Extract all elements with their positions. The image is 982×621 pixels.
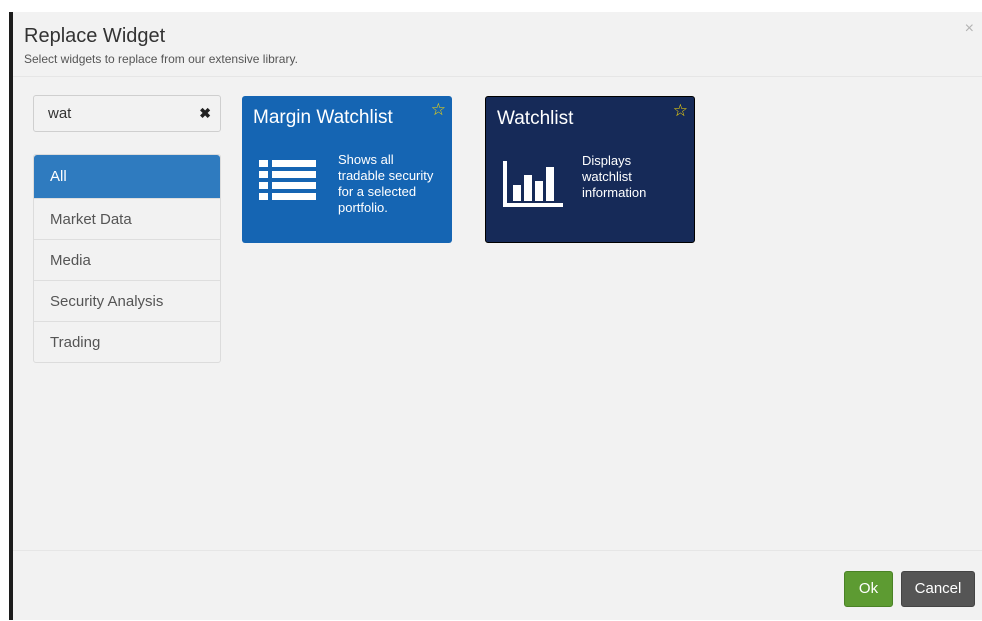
favorite-star-icon[interactable]: ☆ [431, 100, 446, 120]
widget-title: Margin Watchlist [253, 107, 393, 128]
category-item-media[interactable]: Media [34, 239, 220, 280]
replace-widget-dialog: Replace Widget Select widgets to replace… [13, 12, 982, 620]
category-item-trading[interactable]: Trading [34, 321, 220, 362]
dialog-subtitle: Select widgets to replace from our exten… [24, 52, 298, 66]
dialog-header: Replace Widget Select widgets to replace… [13, 12, 982, 77]
category-item-market-data[interactable]: Market Data [34, 198, 220, 239]
widget-description: Shows all tradable security for a select… [338, 152, 448, 216]
widget-description: Displays watchlist information [582, 153, 692, 201]
cancel-button[interactable]: Cancel [901, 571, 975, 607]
close-icon[interactable]: × [965, 21, 974, 37]
widget-tile-watchlist[interactable]: Watchlist ☆ Displays watchlist informati… [485, 96, 695, 243]
left-edge [0, 0, 13, 620]
description-line: Displays [582, 153, 632, 168]
description-line: tradable security [338, 168, 434, 183]
list-icon [259, 160, 316, 200]
description-line: Shows all [338, 152, 394, 167]
search-input[interactable] [34, 96, 184, 131]
category-item-all[interactable]: All [34, 155, 220, 198]
description-line: for a selected [338, 184, 417, 199]
description-line: portfolio. [338, 200, 388, 215]
description-line: information [582, 185, 647, 200]
dialog-footer: Ok Cancel [13, 550, 982, 621]
widget-tile-margin-watchlist[interactable]: Margin Watchlist ☆ Shows all tradable se… [242, 96, 452, 243]
favorite-star-icon[interactable]: ☆ [673, 101, 688, 121]
widget-title: Watchlist [497, 108, 574, 129]
search-box: ✖ [33, 95, 221, 132]
bar-chart-icon [503, 161, 563, 207]
dialog-title: Replace Widget [24, 25, 166, 47]
category-item-security-analysis[interactable]: Security Analysis [34, 280, 220, 321]
description-line: watchlist [582, 169, 632, 184]
category-list: All Market Data Media Security Analysis … [33, 154, 221, 363]
clear-search-icon[interactable]: ✖ [199, 105, 211, 122]
ok-button[interactable]: Ok [844, 571, 893, 607]
